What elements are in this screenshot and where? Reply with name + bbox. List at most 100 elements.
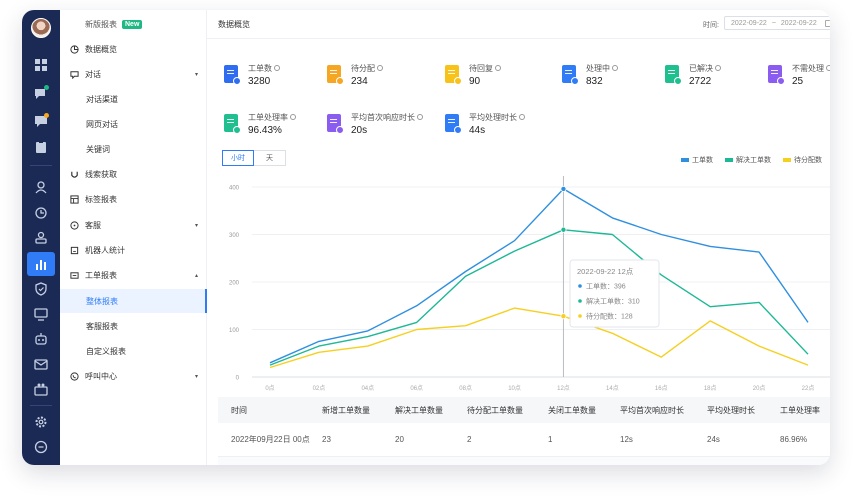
menu-item-label: 自定义报表 (86, 346, 126, 356)
clipboard-icon[interactable] (32, 138, 50, 156)
x-tick-label: 02点 (313, 384, 326, 392)
stat-icon-badge (233, 126, 241, 134)
info-icon[interactable] (519, 114, 525, 120)
help-chat-icon[interactable] (32, 438, 50, 456)
chat-bubble-icon[interactable] (32, 84, 50, 102)
stat-icon (445, 65, 462, 85)
x-tick-label: 14点 (606, 384, 619, 392)
table-header: 时间 新增工单数量 解决工单数量 待分配工单数量 关闭工单数量 平均首次响应时长 平均处理时… (218, 397, 830, 423)
table-row: 2022年09月22日 00点 23 20 2 1 12s 24s 86.96% (218, 423, 830, 457)
table-fade (218, 457, 830, 465)
info-icon[interactable] (826, 65, 830, 71)
info-icon[interactable] (715, 65, 721, 71)
workflow-icon[interactable] (32, 204, 50, 222)
menu-item-custom-report[interactable]: 自定义报表 (60, 340, 207, 362)
stat-icon-badge (454, 126, 462, 134)
bar-chart-icon[interactable] (27, 252, 55, 276)
series-line (269, 307, 809, 369)
menu-item-label: 工单报表 (85, 270, 117, 280)
stat-label: 待回复 (469, 63, 501, 74)
legend-label: 解决工单数 (736, 157, 771, 164)
time-label: 时间: (703, 22, 719, 29)
menu-item-label: 关键词 (86, 144, 110, 154)
pie-chart-icon (70, 44, 79, 54)
legend-swatch (783, 158, 791, 162)
table-header-cell: 新增工单数量 (322, 405, 370, 415)
stat-icon-badge (454, 77, 462, 85)
table-cell: 1 (548, 435, 553, 444)
rail-divider (30, 165, 52, 166)
gear-icon[interactable] (32, 413, 50, 431)
report-menu: 新版报表 New 数据概览 对话 ▾ 对话渠道 网页对话 关键词 线索获取 标签… (60, 10, 207, 465)
menu-item-agent-report[interactable]: 客服报表 (60, 315, 207, 337)
stat-icon (224, 114, 241, 134)
tooltip-marker (578, 299, 582, 303)
main-panel: 数据概览 时间: 2022-09-22 ~ 2022-09-22 工单数 3280… (207, 10, 830, 465)
date-range-picker[interactable]: 2022-09-22 ~ 2022-09-22 (724, 16, 830, 30)
table-cell: 2 (467, 435, 472, 444)
menu-item-leads[interactable]: 线索获取 (60, 163, 207, 185)
menu-item-channels[interactable]: 对话渠道 (60, 88, 207, 110)
info-icon[interactable] (612, 65, 618, 71)
info-icon[interactable] (290, 114, 296, 120)
team-icon[interactable] (32, 380, 50, 398)
stat-value: 832 (586, 76, 603, 87)
menu-item-call-center[interactable]: 呼叫中心 ▾ (60, 365, 207, 387)
message-alert-icon[interactable] (32, 112, 50, 130)
table-cell: 24s (707, 435, 720, 444)
stat-icon (224, 65, 241, 85)
stat-value: 25 (792, 76, 804, 87)
contacts-icon[interactable] (32, 228, 50, 246)
chevron-up-icon: ▴ (194, 272, 198, 279)
stat-label: 不需处理 (792, 63, 830, 74)
menu-item-conversation[interactable]: 对话 ▾ (60, 63, 207, 85)
menu-item-web-chat[interactable]: 网页对话 (60, 113, 207, 135)
dashboard-grid-icon[interactable] (32, 56, 50, 74)
robot-icon[interactable] (32, 330, 50, 348)
menu-item-robot-stats[interactable]: 机器人统计 (60, 239, 207, 261)
toggle-day[interactable]: 天 (254, 150, 286, 166)
menu-item-label: 对话 (85, 69, 101, 79)
user-icon[interactable] (32, 178, 50, 196)
stat-icon (665, 65, 682, 85)
info-icon[interactable] (377, 65, 383, 71)
shield-icon[interactable] (32, 280, 50, 298)
menu-item-label: 客服报表 (86, 321, 118, 331)
menu-item-agents[interactable]: 客服 ▾ (60, 214, 207, 236)
menu-item-ticket-report[interactable]: 工单报表 ▴ (60, 264, 207, 286)
legend-swatch (725, 158, 733, 162)
x-tick-label: 04点 (361, 384, 374, 392)
phone-icon (70, 371, 79, 381)
menu-item-label: 标签报表 (85, 194, 117, 204)
monitor-icon[interactable] (32, 305, 50, 323)
magnet-icon (70, 170, 79, 179)
info-icon[interactable] (495, 65, 501, 71)
stat-label-text: 不需处理 (792, 64, 824, 73)
stat-label-text: 工单数 (248, 64, 272, 73)
menu-item-overview[interactable]: 数据概览 (60, 38, 207, 60)
mail-icon[interactable] (32, 355, 50, 373)
menu-header-new-report[interactable]: 新版报表 New (60, 13, 207, 35)
info-icon[interactable] (274, 65, 280, 71)
legend-item[interactable]: 解决工单数 (725, 155, 771, 165)
stat-label: 工单处理率 (248, 112, 296, 123)
table-header-cell: 时间 (231, 405, 247, 415)
legend-item[interactable]: 工单数 (681, 155, 713, 165)
menu-item-tag-report[interactable]: 标签报表 (60, 188, 207, 210)
menu-item-keywords[interactable]: 关键词 (60, 138, 207, 160)
info-icon[interactable] (417, 114, 423, 120)
stat-icon (768, 65, 785, 85)
table-header-cell: 关闭工单数量 (548, 405, 596, 415)
series-line (269, 188, 809, 364)
stat-label-text: 平均首次响应时长 (351, 113, 415, 122)
page-title: 数据概览 (218, 20, 250, 29)
legend-item[interactable]: 待分配数 (783, 155, 822, 165)
table-header-cell: 平均处理时长 (707, 405, 755, 415)
toggle-hour[interactable]: 小时 (222, 150, 254, 166)
stat-label: 处理中 (586, 63, 618, 74)
series-point (560, 226, 567, 233)
menu-item-label: 机器人统计 (85, 245, 125, 255)
avatar[interactable] (31, 18, 51, 38)
menu-item-overall-report[interactable]: 整体报表 (60, 289, 207, 313)
y-tick-label: 200 (229, 281, 240, 287)
